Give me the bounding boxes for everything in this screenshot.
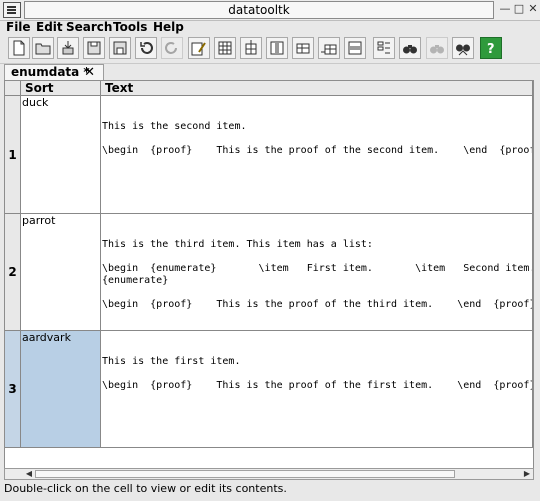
title-bar: datatooltk — □ ✕ xyxy=(0,0,540,21)
add-row-icon[interactable] xyxy=(318,37,340,59)
edit-cell-icon[interactable] xyxy=(188,37,210,59)
toolbar: ? xyxy=(0,35,540,64)
status-bar: Double-click on the cell to view or edit… xyxy=(4,482,287,495)
sort-icon[interactable] xyxy=(373,37,395,59)
insert-row-icon[interactable] xyxy=(292,37,314,59)
row-header-3[interactable]: 3 xyxy=(5,331,21,448)
menu-bar: File Edit Search Tools Help xyxy=(0,20,540,34)
row-header-1[interactable]: 1 xyxy=(5,96,21,214)
redo-icon[interactable] xyxy=(161,37,183,59)
menu-tools[interactable]: Tools xyxy=(113,20,147,34)
row-header-2[interactable]: 2 xyxy=(5,214,21,331)
open-folder-icon[interactable] xyxy=(32,37,54,59)
tab-strip: enumdata * ✕ xyxy=(0,64,540,80)
window-menu-icon[interactable] xyxy=(3,2,21,18)
cell-sort-selected[interactable]: aardvark xyxy=(21,331,101,448)
import-icon[interactable] xyxy=(57,37,79,59)
insert-column-icon[interactable] xyxy=(214,37,236,59)
add-column-icon[interactable] xyxy=(240,37,262,59)
cell-sort[interactable]: duck xyxy=(21,96,101,214)
menu-file[interactable]: File xyxy=(6,20,31,34)
scrollbar-thumb[interactable] xyxy=(35,470,455,478)
find-next-icon[interactable] xyxy=(426,37,448,59)
close-tab-icon[interactable]: ✕ xyxy=(84,65,95,80)
find-icon[interactable] xyxy=(399,37,421,59)
cell-text[interactable]: This is the third item. This item has a … xyxy=(101,214,533,331)
undo-icon[interactable] xyxy=(135,37,157,59)
save-as-icon[interactable] xyxy=(109,37,131,59)
replace-icon[interactable] xyxy=(452,37,474,59)
minimize-icon[interactable]: — xyxy=(498,2,512,16)
scroll-left-icon[interactable]: ◀ xyxy=(23,469,35,479)
scroll-right-icon[interactable]: ▶ xyxy=(521,469,533,479)
menu-search[interactable]: Search xyxy=(66,20,112,34)
cell-sort[interactable]: parrot xyxy=(21,214,101,331)
column-header-text[interactable]: Text xyxy=(101,81,533,96)
remove-column-icon[interactable] xyxy=(266,37,288,59)
menu-help[interactable]: Help xyxy=(153,20,184,34)
svg-text:?: ? xyxy=(487,42,495,56)
close-icon[interactable]: ✕ xyxy=(526,2,540,16)
maximize-icon[interactable]: □ xyxy=(512,2,526,16)
cell-text[interactable]: This is the first item. \begin {proof} T… xyxy=(101,331,533,448)
menu-edit[interactable]: Edit xyxy=(36,20,63,34)
tab-enumdata[interactable]: enumdata * ✕ xyxy=(4,64,104,80)
cell-text[interactable]: This is the second item. \begin {proof} … xyxy=(101,96,533,214)
remove-row-icon[interactable] xyxy=(344,37,366,59)
window-title: datatooltk xyxy=(24,1,494,19)
new-file-icon[interactable] xyxy=(8,37,30,59)
help-icon[interactable]: ? xyxy=(480,37,502,59)
data-table: Sort Text 1 duck This is the second item… xyxy=(4,80,534,480)
horizontal-scrollbar[interactable]: ◀ ▶ xyxy=(4,468,534,480)
save-icon[interactable] xyxy=(83,37,105,59)
table-corner xyxy=(5,81,21,96)
tab-label: enumdata * xyxy=(11,65,90,79)
column-header-sort[interactable]: Sort xyxy=(21,81,101,96)
